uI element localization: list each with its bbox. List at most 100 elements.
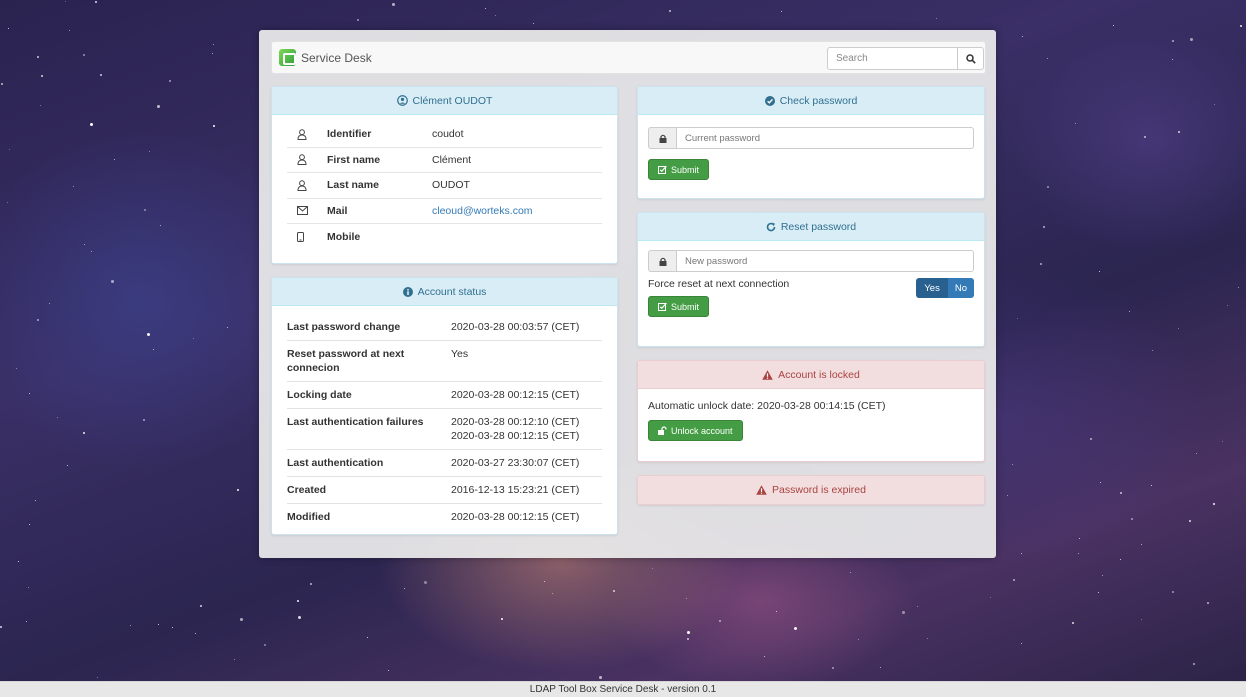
- brand-link[interactable]: Service Desk: [279, 49, 372, 66]
- navbar: Service Desk: [271, 41, 986, 74]
- identity-value: Clément: [432, 153, 472, 166]
- unlock-account-label: Unlock account: [671, 425, 733, 436]
- star: [1089, 437, 1092, 440]
- brand-title: Service Desk: [301, 50, 372, 65]
- check-password-submit-button[interactable]: Submit: [648, 159, 710, 180]
- status-value: 2020-03-28 00:12:10 (CET): [451, 416, 580, 428]
- star: [159, 225, 161, 227]
- star: [1075, 122, 1077, 124]
- star: [100, 73, 103, 76]
- star: [879, 667, 881, 669]
- identity-row-last-name: Last name OUDOT: [287, 173, 602, 199]
- star: [113, 159, 115, 161]
- status-row: Created 2016-12-13 15:23:21 (CET): [287, 477, 602, 504]
- unlock-actions: Unlock account: [648, 420, 974, 441]
- status-label: Locking date: [287, 389, 352, 401]
- star: [156, 105, 160, 109]
- toggle-no[interactable]: No: [947, 278, 974, 298]
- user-icon: [287, 180, 327, 191]
- star: [48, 303, 50, 305]
- password-expired-heading: Password is expired: [638, 476, 984, 504]
- star: [687, 637, 690, 640]
- star: [1006, 495, 1008, 497]
- status-label: Last authentication failures: [287, 416, 424, 428]
- star: [29, 392, 31, 394]
- account-status-panel: Account status Last password change 2020…: [271, 277, 618, 535]
- star: [310, 583, 313, 586]
- reset-password-heading: Reset password: [638, 213, 984, 241]
- toggle-yes[interactable]: Yes: [916, 278, 948, 298]
- star: [668, 9, 671, 12]
- star: [29, 523, 31, 525]
- star: [484, 8, 486, 10]
- footer: LDAP Tool Box Service Desk - version 0.1: [0, 681, 1246, 697]
- star: [990, 596, 992, 598]
- search-button[interactable]: [957, 47, 984, 70]
- check-password-actions: Submit: [648, 159, 974, 180]
- star: [1196, 452, 1198, 454]
- star: [7, 28, 9, 30]
- star: [1189, 520, 1192, 523]
- star: [1078, 553, 1080, 555]
- star: [1046, 186, 1049, 189]
- star: [82, 53, 85, 56]
- star: [423, 581, 427, 585]
- current-password-group: [648, 127, 974, 149]
- star: [1151, 350, 1153, 352]
- star: [935, 17, 937, 19]
- star: [40, 75, 43, 77]
- star: [1039, 262, 1042, 265]
- star: [227, 327, 229, 329]
- identity-panel: Clément OUDOT Identifier coudot First na…: [271, 86, 618, 264]
- star: [1099, 270, 1101, 272]
- star: [1112, 25, 1114, 27]
- footer-text: LDAP Tool Box Service Desk - version 0.1: [529, 684, 717, 695]
- star: [296, 599, 299, 602]
- star: [298, 615, 302, 619]
- search-input[interactable]: [827, 47, 958, 70]
- star: [1189, 38, 1193, 42]
- star: [1238, 287, 1240, 289]
- star: [94, 1, 97, 4]
- identity-label: Identifier: [327, 128, 372, 141]
- star: [1, 83, 4, 86]
- star: [240, 618, 244, 622]
- star: [1129, 311, 1131, 313]
- star: [687, 630, 691, 634]
- check-password-title: Check password: [779, 94, 858, 107]
- status-value: 2020-03-28 00:12:15 (CET): [451, 430, 580, 442]
- star: [195, 632, 197, 634]
- star: [1043, 225, 1046, 228]
- star: [598, 675, 602, 679]
- new-password-input[interactable]: [676, 250, 974, 272]
- star: [148, 150, 150, 152]
- unlock-date-text: Automatic unlock date: 2020-03-28 00:14:…: [648, 400, 886, 412]
- reset-password-submit-button[interactable]: Submit: [648, 296, 710, 317]
- account-locked-heading: Account is locked: [638, 361, 984, 389]
- status-row: Modified 2020-03-28 00:12:15 (CET): [287, 504, 602, 530]
- reset-password-actions: Submit: [648, 296, 974, 317]
- star: [1079, 537, 1081, 539]
- search-icon: [965, 53, 976, 64]
- check-square-icon: [658, 165, 667, 174]
- force-reset-label: Force reset at next connection: [648, 278, 790, 290]
- star: [1021, 552, 1023, 554]
- star: [1047, 57, 1049, 59]
- current-password-input[interactable]: [676, 127, 974, 149]
- star: [37, 319, 40, 322]
- status-value: Yes: [451, 348, 469, 360]
- star: [1192, 663, 1195, 666]
- status-row: Last authentication failures 2020-03-28 …: [287, 409, 602, 450]
- star: [686, 597, 688, 599]
- main-container: Service Desk Clément OUDOT Ident: [259, 30, 996, 558]
- star: [0, 626, 3, 629]
- star: [193, 338, 195, 340]
- mail-link[interactable]: cleoud@worteks.com: [432, 205, 533, 217]
- force-reset-toggle[interactable]: Yes No: [916, 278, 974, 298]
- unlock-account-button[interactable]: Unlock account: [648, 420, 743, 441]
- star: [832, 666, 835, 669]
- status-row: Last password change 2020-03-28 00:03:57…: [287, 314, 602, 341]
- warning-icon: [756, 485, 767, 495]
- star: [8, 149, 10, 151]
- identity-value: coudot: [432, 128, 464, 141]
